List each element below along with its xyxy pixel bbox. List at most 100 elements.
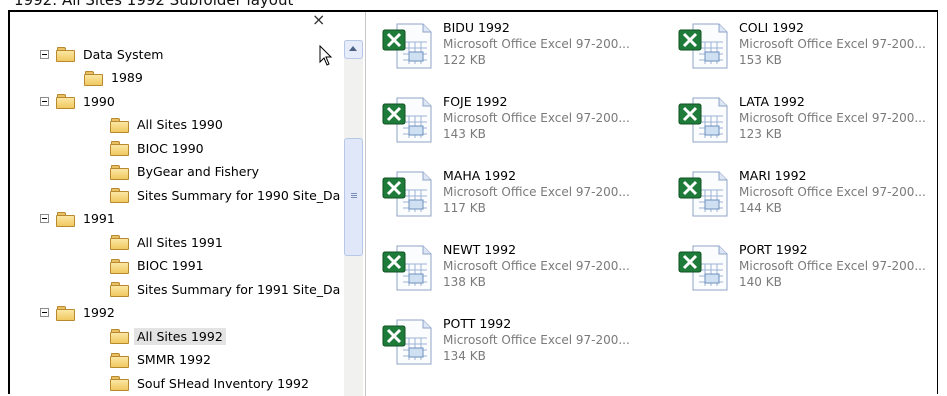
folder-icon xyxy=(56,305,75,321)
tree-item[interactable]: BIOC 1990 xyxy=(110,138,207,158)
file-text: PORT 1992 Microsoft Office Excel 97-200..… xyxy=(739,242,947,290)
file-text: NEWT 1992 Microsoft Office Excel 97-200..… xyxy=(443,242,673,290)
excel-file-icon xyxy=(382,245,432,291)
file-size: 153 KB xyxy=(739,53,782,67)
tree-item-label: Data System xyxy=(83,46,164,62)
folder-icon xyxy=(56,94,75,109)
tree-item-label: BIOC 1991 xyxy=(137,258,204,273)
tree-item[interactable]: Souf SHead Inventory 1992 xyxy=(110,373,312,393)
scroll-grip-icon xyxy=(351,193,357,194)
folder-tree-pane: × Data System 1989 1990 All Sites 1990 BIOC … xyxy=(10,12,366,396)
file-type: Microsoft Office Excel 97-200... xyxy=(443,37,630,51)
tree-item[interactable]: All Sites 1992 xyxy=(110,326,226,346)
file-name: MARI 1992 xyxy=(739,168,807,183)
tree-item[interactable]: All Sites 1991 xyxy=(110,232,226,252)
tree-item[interactable]: 1989 xyxy=(84,68,146,88)
tree-item-label: 1991 xyxy=(83,211,115,226)
file-size: 123 KB xyxy=(739,127,782,141)
tree-item[interactable]: 1990 xyxy=(40,91,118,111)
excel-file-icon xyxy=(678,245,728,291)
file-item[interactable]: POTT 1992 Microsoft Office Excel 97-200..… xyxy=(381,316,671,380)
tree-item[interactable]: 1992 xyxy=(40,303,118,323)
folder-icon xyxy=(84,70,103,86)
file-list-pane: BIDU 1992 Microsoft Office Excel 97-200..… xyxy=(367,12,937,396)
tree-item-label: BIOC 1990 xyxy=(137,140,204,156)
file-item[interactable]: NEWT 1992 Microsoft Office Excel 97-200..… xyxy=(381,242,671,306)
excel-file-icon xyxy=(382,97,432,143)
tree-item-label: 1990 xyxy=(83,93,115,109)
excel-file-icon xyxy=(678,97,728,143)
tree-item-label: Sites Summary for 1991 Site_Da xyxy=(137,281,341,297)
file-size: 134 KB xyxy=(443,349,486,363)
tree-item[interactable]: All Sites 1990 xyxy=(110,115,226,135)
folder-icon xyxy=(110,188,129,203)
tree-item[interactable]: Sites Summary for 1990 Site_Da xyxy=(110,185,343,205)
folder-icon xyxy=(56,47,75,62)
file-type: Microsoft Office Excel 97-200... xyxy=(739,259,926,273)
close-icon[interactable]: × xyxy=(312,12,325,29)
tree-scrollbar[interactable] xyxy=(344,40,363,396)
tree-item-label: All Sites 1990 xyxy=(137,117,223,132)
file-type: Microsoft Office Excel 97-200... xyxy=(739,37,926,51)
file-size: 117 KB xyxy=(443,201,486,215)
explorer-window: × Data System 1989 1990 All Sites 1990 BIOC … xyxy=(8,10,938,396)
folder-icon xyxy=(110,258,129,274)
file-name: COLI 1992 xyxy=(739,20,805,35)
tree-item-label: Sites Summary for 1990 Site_Da xyxy=(137,187,341,203)
tree-item[interactable]: SMMR 1992 xyxy=(110,350,214,370)
file-item[interactable]: BIDU 1992 Microsoft Office Excel 97-200..… xyxy=(381,20,671,84)
file-type: Microsoft Office Excel 97-200... xyxy=(443,259,630,273)
tree-item-label: SMMR 1992 xyxy=(137,352,211,367)
file-type: Microsoft Office Excel 97-200... xyxy=(739,185,926,199)
folder-icon xyxy=(110,352,129,368)
page-caption: 1992: All Sites 1992 Subfolder layout xyxy=(14,0,294,9)
excel-file-icon xyxy=(382,23,432,69)
excel-file-icon xyxy=(382,319,432,365)
file-item[interactable]: LATA 1992 Microsoft Office Excel 97-200..… xyxy=(677,94,947,158)
file-name: NEWT 1992 xyxy=(443,242,517,257)
file-item[interactable]: COLI 1992 Microsoft Office Excel 97-200..… xyxy=(677,20,947,84)
file-item[interactable]: FOJE 1992 Microsoft Office Excel 97-200..… xyxy=(381,94,671,158)
file-text: MARI 1992 Microsoft Office Excel 97-200..… xyxy=(739,168,947,216)
scroll-up-arrow-icon[interactable] xyxy=(344,40,363,59)
collapse-toggle-icon[interactable] xyxy=(40,308,49,317)
tree-item-label: 1992 xyxy=(83,305,115,320)
file-size: 144 KB xyxy=(739,201,782,215)
file-text: COLI 1992 Microsoft Office Excel 97-200..… xyxy=(739,20,947,68)
folder-icon xyxy=(56,211,75,227)
file-text: FOJE 1992 Microsoft Office Excel 97-200..… xyxy=(443,94,673,142)
collapse-toggle-icon[interactable] xyxy=(40,214,49,223)
scroll-thumb[interactable] xyxy=(344,138,363,256)
folder-icon xyxy=(110,329,129,344)
file-text: MAHA 1992 Microsoft Office Excel 97-200..… xyxy=(443,168,673,216)
file-size: 140 KB xyxy=(739,275,782,289)
file-type: Microsoft Office Excel 97-200... xyxy=(443,333,630,347)
tree-item[interactable]: ByGear and Fishery xyxy=(110,162,262,182)
tree-item-label: All Sites 1991 xyxy=(137,234,223,250)
tree-item[interactable]: Data System xyxy=(40,44,166,64)
file-item[interactable]: PORT 1992 Microsoft Office Excel 97-200..… xyxy=(677,242,947,306)
file-size: 143 KB xyxy=(443,127,486,141)
excel-file-icon xyxy=(678,23,728,69)
file-item[interactable]: MARI 1992 Microsoft Office Excel 97-200..… xyxy=(677,168,947,232)
file-size: 138 KB xyxy=(443,275,486,289)
tree-item[interactable]: 1991 xyxy=(40,209,118,229)
tree-item[interactable]: BIOC 1991 xyxy=(110,256,207,276)
collapse-toggle-icon[interactable] xyxy=(40,96,49,106)
folder-icon xyxy=(110,376,129,391)
file-type: Microsoft Office Excel 97-200... xyxy=(443,111,630,125)
tree-item[interactable]: Sites Summary for 1991 Site_Da xyxy=(110,279,343,299)
collapse-toggle-icon[interactable] xyxy=(40,49,49,59)
tree-item-label: Souf SHead Inventory 1992 xyxy=(137,375,309,391)
file-name: MAHA 1992 xyxy=(443,168,517,183)
file-item[interactable]: MAHA 1992 Microsoft Office Excel 97-200..… xyxy=(381,168,671,232)
file-name: PORT 1992 xyxy=(739,242,808,257)
file-type: Microsoft Office Excel 97-200... xyxy=(443,185,630,199)
folder-icon xyxy=(110,235,129,250)
tree-item-label: All Sites 1992 xyxy=(134,327,226,345)
file-name: FOJE 1992 xyxy=(443,94,508,109)
excel-file-icon xyxy=(678,171,728,217)
mouse-cursor-icon xyxy=(319,45,333,66)
tree-item-label: 1989 xyxy=(111,70,143,85)
file-text: LATA 1992 Microsoft Office Excel 97-200..… xyxy=(739,94,947,142)
